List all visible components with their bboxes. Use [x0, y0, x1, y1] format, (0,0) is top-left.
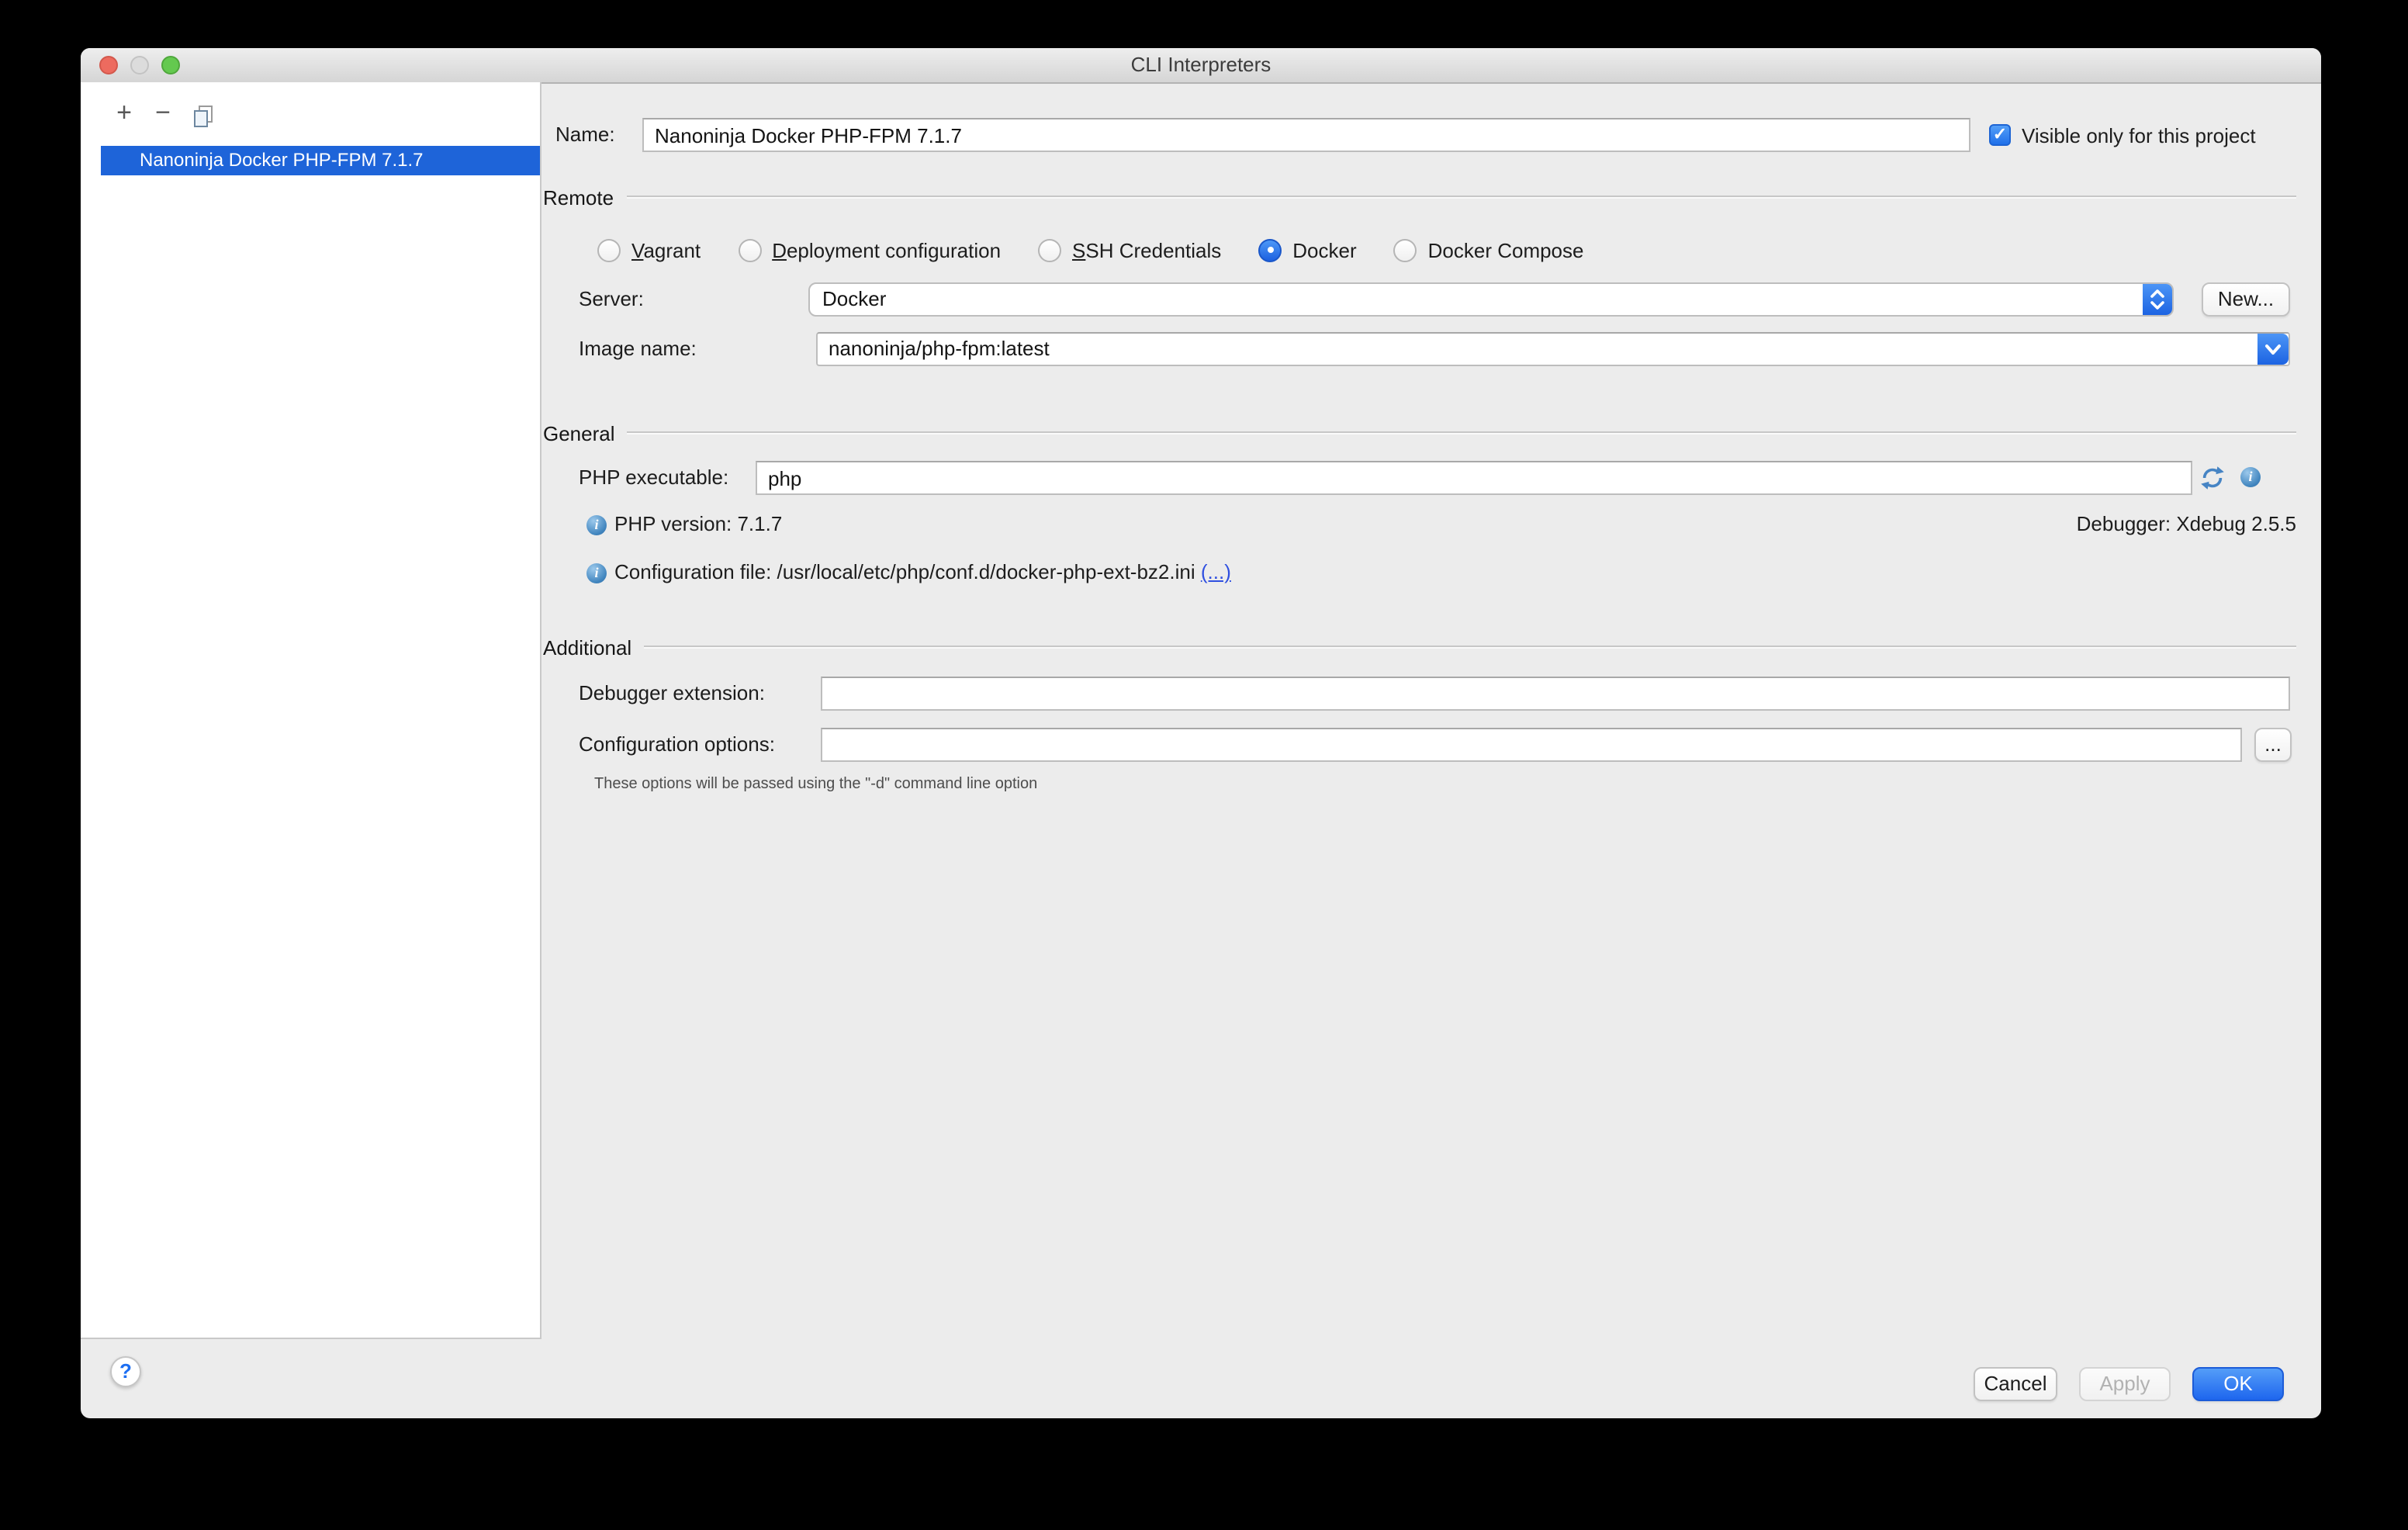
server-select-value: Docker [822, 287, 886, 310]
new-server-button[interactable]: New... [2202, 282, 2290, 317]
remote-type-radio-group: Vagrant Deployment configuration SSH Cre… [597, 233, 1584, 267]
configuration-options-browse-button[interactable]: ... [2254, 728, 2292, 762]
window-title: CLI Interpreters [81, 48, 2321, 82]
cli-interpreters-dialog: CLI Interpreters + − Nanoninja Docker PH… [81, 48, 2321, 1418]
remote-section-header: Remote [543, 180, 2296, 214]
radio-label: Docker Compose [1428, 238, 1584, 261]
additional-section-title: Additional [543, 635, 631, 659]
remote-section-title: Remote [543, 185, 614, 209]
radio-circle-icon [1394, 238, 1417, 261]
close-button[interactable] [99, 56, 118, 74]
debugger-extension-input[interactable] [821, 677, 2290, 711]
radio-label: Deployment configuration [772, 238, 1001, 261]
traffic-lights [99, 56, 180, 74]
php-executable-input[interactable] [756, 461, 2192, 495]
cancel-button[interactable]: Cancel [1974, 1367, 2057, 1401]
configuration-file-more-link[interactable]: (...) [1201, 560, 1231, 583]
radio-circle-icon [738, 238, 761, 261]
debugger-extension-label: Debugger extension: [579, 677, 765, 711]
radio-ssh-credentials[interactable]: SSH Credentials [1038, 238, 1221, 261]
php-executable-info-icon: i [2240, 467, 2261, 487]
check-icon: ✓ [1993, 126, 2007, 144]
info-icon: i [586, 515, 607, 535]
radio-circle-icon [1038, 238, 1061, 261]
radio-label: SSH Credentials [1072, 238, 1221, 261]
radio-docker-compose[interactable]: Docker Compose [1394, 238, 1584, 261]
select-stepper-icon [2143, 284, 2172, 315]
configuration-file-row: Configuration file: /usr/local/etc/php/c… [614, 556, 1231, 590]
add-interpreter-button[interactable]: + [110, 95, 138, 132]
help-button[interactable]: ? [110, 1356, 141, 1387]
server-select[interactable]: Docker [808, 282, 2174, 317]
configuration-options-input[interactable] [821, 728, 2242, 762]
image-name-label: Image name: [579, 332, 697, 366]
ok-button[interactable]: OK [2192, 1367, 2284, 1401]
additional-section-header: Additional [543, 630, 2296, 664]
name-label: Name: [555, 118, 615, 152]
image-name-combobox[interactable]: nanoninja/php-fpm:latest [816, 332, 2290, 366]
radio-deployment-configuration[interactable]: Deployment configuration [738, 238, 1001, 261]
minimize-button[interactable] [130, 56, 149, 74]
radio-circle-icon [597, 238, 621, 261]
info-icon: i [586, 563, 607, 583]
visible-only-checkbox[interactable]: ✓ [1989, 124, 2011, 146]
up-down-chevrons-icon [2143, 284, 2172, 315]
section-rule [628, 431, 2297, 434]
configuration-options-label: Configuration options: [579, 728, 775, 762]
copy-interpreter-icon[interactable] [189, 102, 217, 140]
visible-only-label: Visible only for this project [2022, 123, 2256, 147]
titlebar[interactable]: CLI Interpreters [81, 48, 2321, 84]
radio-circle-icon [1258, 238, 1282, 261]
apply-button[interactable]: Apply [2079, 1367, 2171, 1401]
chevron-down-icon [2258, 334, 2289, 365]
combo-dropdown-button[interactable] [2258, 334, 2289, 365]
refresh-icon [2200, 466, 2225, 490]
name-input[interactable] [642, 118, 1970, 152]
general-section-title: General [543, 421, 615, 445]
general-section-header: General [543, 416, 2296, 450]
zoom-button[interactable] [161, 56, 180, 74]
image-name-value: nanoninja/php-fpm:latest [829, 337, 1050, 360]
radio-label: Docker [1292, 238, 1356, 261]
configuration-file-text: Configuration file: /usr/local/etc/php/c… [614, 560, 1195, 583]
radio-label: Vagrant [631, 238, 701, 261]
screen: CLI Interpreters + − Nanoninja Docker PH… [0, 0, 2408, 1530]
debugger-version-text: Debugger: Xdebug 2.5.5 [2077, 507, 2296, 542]
interpreter-list-item[interactable]: Nanoninja Docker PHP-FPM 7.1.7 [101, 146, 540, 175]
server-label: Server: [579, 282, 644, 317]
visible-only-checkbox-row: ✓ Visible only for this project [1989, 118, 2256, 152]
copy-icon [192, 106, 214, 129]
interpreter-list-panel: + − Nanoninja Docker PHP-FPM 7.1.7 [81, 82, 541, 1339]
php-version-text: PHP version: 7.1.7 [614, 507, 782, 542]
section-rule [644, 646, 2296, 649]
radio-docker[interactable]: Docker [1258, 238, 1356, 261]
radio-vagrant[interactable]: Vagrant [597, 238, 701, 261]
reload-phpinfo-button[interactable] [2200, 466, 2225, 495]
section-rule [626, 196, 2296, 199]
configuration-options-hint: These options will be passed using the "… [594, 768, 1037, 802]
php-executable-label: PHP executable: [579, 461, 728, 495]
remove-interpreter-button[interactable]: − [149, 95, 177, 132]
